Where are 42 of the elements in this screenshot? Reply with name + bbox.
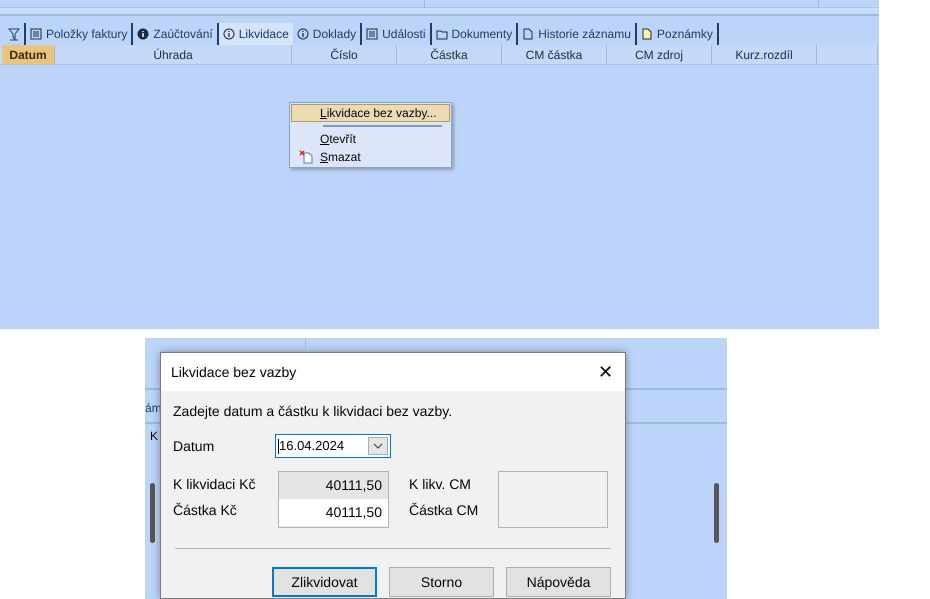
column-header[interactable]: Úhrada (55, 45, 292, 64)
field-label: K likvidaci Kč (173, 474, 256, 494)
menu-item[interactable]: Otevřít (291, 130, 450, 148)
menu-item[interactable]: Likvidace bez vazby... (291, 104, 450, 122)
dialog-button[interactable]: Nápověda (506, 567, 611, 597)
filter-icon (8, 28, 20, 40)
field-label: Částka CM (409, 500, 480, 520)
field-label: Částka Kč (173, 500, 238, 520)
scrollbar-thumb (150, 483, 155, 543)
text-cursor (278, 438, 279, 454)
date-value: 16.04.2024 (279, 437, 344, 456)
list-icon (30, 28, 42, 40)
column-header[interactable]: CM zdroj (607, 45, 712, 64)
tab[interactable]: Likvidace (218, 23, 293, 45)
scrollbar-thumb (714, 483, 719, 543)
dialog-title: Likvidace bez vazby (171, 362, 296, 382)
field-label: Datum (173, 436, 216, 456)
note-icon (640, 28, 653, 40)
document-icon (522, 28, 534, 40)
column-header[interactable]: Datum (2, 45, 55, 64)
info-icon (137, 28, 150, 40)
info-icon (296, 28, 309, 40)
menu-item[interactable]: Smazat (291, 148, 450, 166)
amount-field[interactable]: 40111,50 (279, 499, 388, 526)
close-button[interactable]: ✕ (598, 363, 613, 381)
dialog-button[interactable]: Storno (389, 567, 494, 597)
column-header[interactable]: Kurz.rozdíl (712, 45, 817, 64)
dialog-button[interactable]: Zlikvidovat (272, 567, 377, 597)
instruction-text: Zadejte datum a částku k likvidaci bez vazby. (173, 402, 454, 421)
chevron-down-icon (373, 443, 383, 449)
date-picker[interactable]: 16.04.2024 (275, 434, 391, 458)
column-header[interactable]: Číslo (292, 45, 397, 64)
dropdown-button[interactable] (368, 437, 388, 455)
folder-icon (436, 28, 448, 40)
column-header[interactable]: Částka (397, 45, 502, 64)
column-header[interactable]: CM částka (502, 45, 607, 64)
list-icon (366, 28, 378, 40)
delete-document-icon (299, 150, 313, 164)
column-header: K (150, 428, 158, 445)
info-icon (222, 28, 235, 40)
field-label: K likv. CM (409, 474, 472, 494)
amount-field: 40111,50 (279, 472, 388, 499)
